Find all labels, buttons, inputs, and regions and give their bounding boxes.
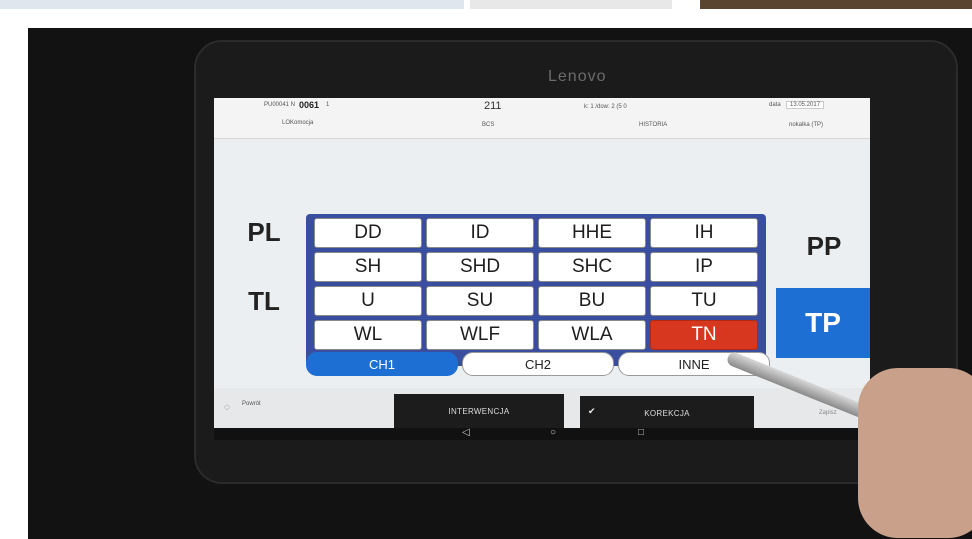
selection-area: PL TL PP TP DD ID HHE IH SH SHD SHC IP U… <box>214 202 870 378</box>
nav-back-icon[interactable]: ◁ <box>462 427 470 438</box>
grid-button[interactable]: WL <box>314 320 422 350</box>
grid-button[interactable]: WLF <box>426 320 534 350</box>
zapisz-label[interactable]: Zapisz <box>819 410 837 416</box>
powrot-label[interactable]: Powrót <box>242 401 261 407</box>
interwencja-button[interactable]: INTERWENCJA <box>394 394 564 428</box>
grid-button[interactable]: SHC <box>538 252 646 282</box>
fault-grid: DD ID HHE IH SH SHD SHC IP U SU BU TU WL… <box>306 214 766 366</box>
grid-button[interactable]: TU <box>650 286 758 316</box>
grid-button[interactable]: SHD <box>426 252 534 282</box>
korekcja-button[interactable]: ✔ KOREKCJA <box>580 396 754 430</box>
grid-button[interactable]: SU <box>426 286 534 316</box>
grid-button-active[interactable]: TN <box>650 320 758 350</box>
photo-frame: Lenovo PU00041 N 0061 1 LOKomocja 211 BC… <box>28 28 972 539</box>
pl-label[interactable]: PL <box>224 202 304 262</box>
nav-recent-icon[interactable]: □ <box>638 427 644 438</box>
grid-button[interactable]: DD <box>314 218 422 248</box>
top-strip-right <box>700 0 972 9</box>
grid-button[interactable]: ID <box>426 218 534 248</box>
grid-button[interactable]: IH <box>650 218 758 248</box>
status-right: nokalka (TP) <box>789 122 824 128</box>
tp-label[interactable]: TP <box>776 288 870 358</box>
hand <box>858 368 972 538</box>
grid-button[interactable]: U <box>314 286 422 316</box>
bcs-tab[interactable]: BCS <box>482 122 494 128</box>
counter-text: k: 1 /dow: 2 (5 0 <box>584 104 627 110</box>
tl-label[interactable]: TL <box>224 266 304 336</box>
grid-button[interactable]: WLA <box>538 320 646 350</box>
check-icon: ✔ <box>588 406 596 416</box>
loco-label: LOKomocja <box>282 120 314 126</box>
grid-button[interactable]: HHE <box>538 218 646 248</box>
tablet-screen: PU00041 N 0061 1 LOKomocja 211 BCS k: 1 … <box>214 98 870 440</box>
pp-label[interactable]: PP <box>784 216 864 276</box>
korekcja-label: KOREKCJA <box>644 408 690 418</box>
tab-ch1[interactable]: CH1 <box>306 352 458 376</box>
header-bar: PU00041 N 0061 1 LOKomocja 211 BCS k: 1 … <box>214 98 870 139</box>
nav-home-icon[interactable]: ○ <box>550 427 556 438</box>
header-number: 211 <box>484 100 502 112</box>
date-field[interactable]: 13.05.2017 <box>786 101 825 109</box>
tablet-brand: Lenovo <box>548 68 607 85</box>
back-circle-icon[interactable]: ◌ <box>224 402 230 413</box>
date-label: data <box>769 102 781 108</box>
id-suffix: 1 <box>326 102 330 108</box>
tab-ch2[interactable]: CH2 <box>462 352 614 376</box>
android-nav-bar: ◁ ○ □ <box>214 427 870 440</box>
top-strip-left <box>0 0 464 9</box>
id-label: PU00041 N <box>264 102 296 108</box>
id-value: 0061 <box>299 100 320 110</box>
historia-tab[interactable]: HISTORIA <box>639 122 667 128</box>
top-strip-middle <box>470 0 672 9</box>
grid-button[interactable]: SH <box>314 252 422 282</box>
grid-button[interactable]: IP <box>650 252 758 282</box>
grid-button[interactable]: BU <box>538 286 646 316</box>
